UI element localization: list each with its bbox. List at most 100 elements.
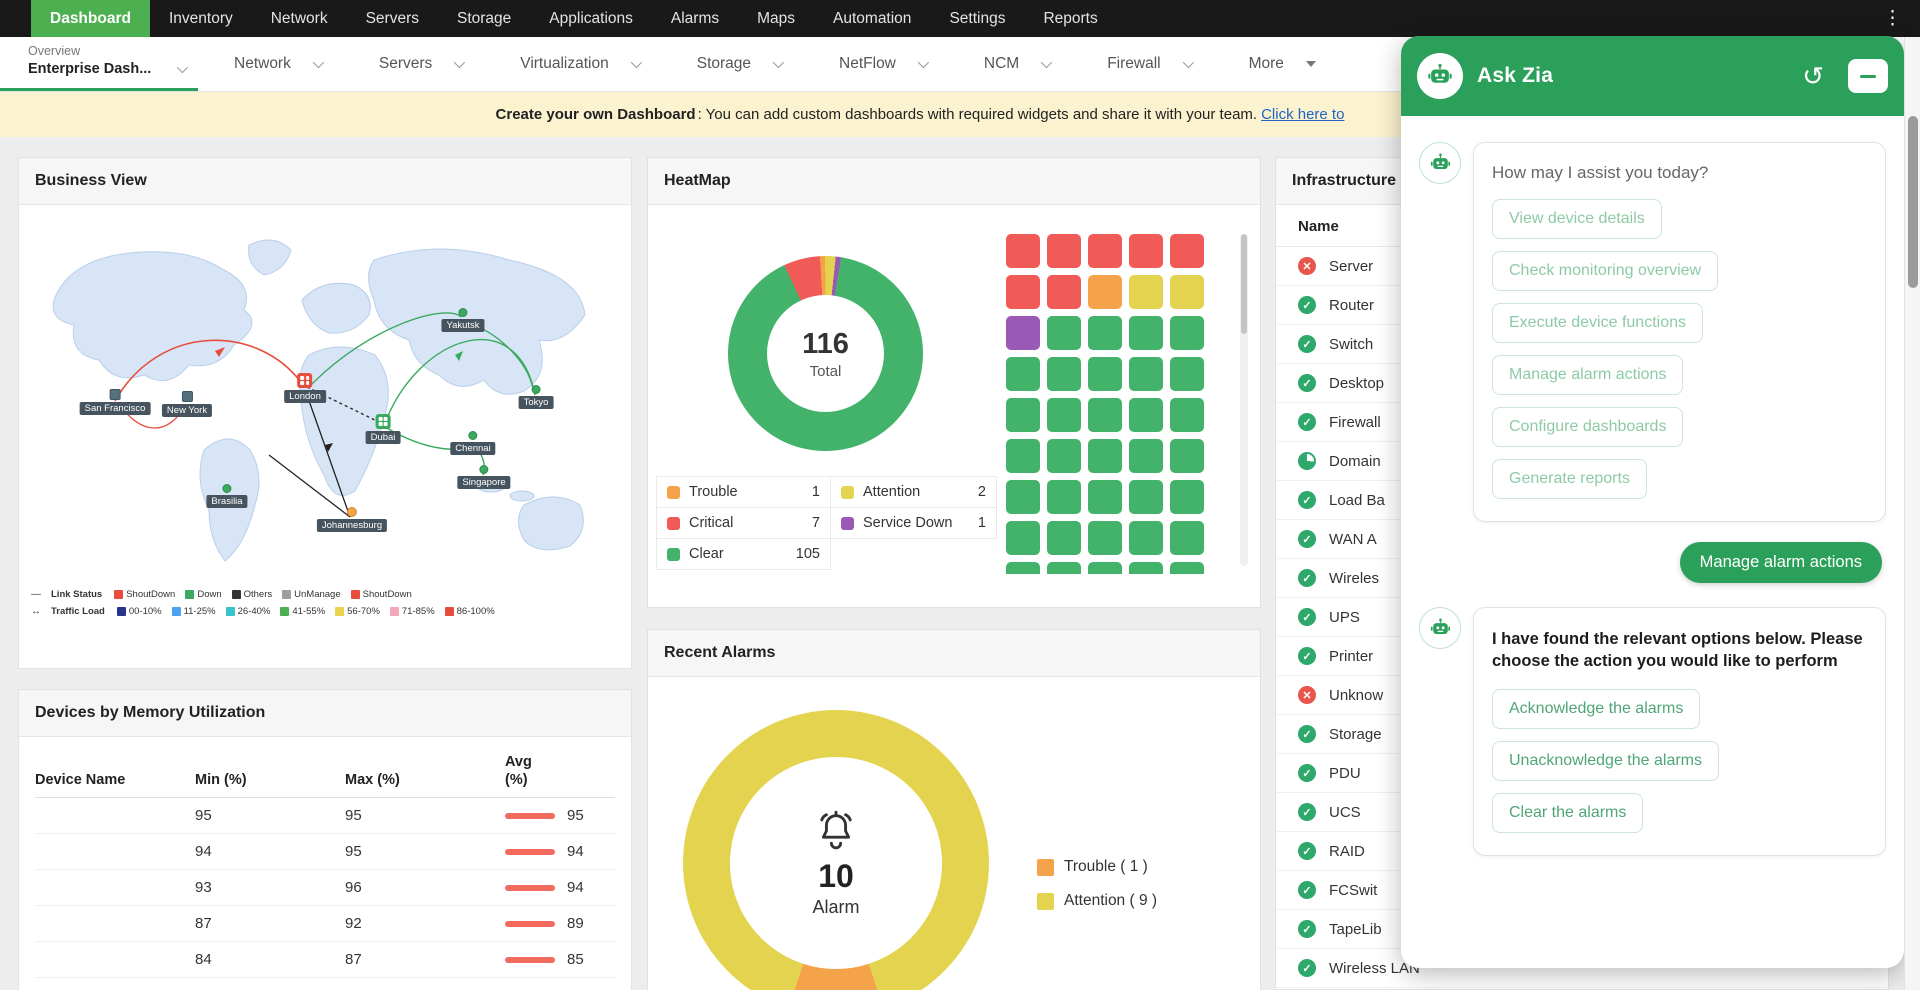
heat-cell[interactable] — [1170, 439, 1204, 473]
memory-table-row[interactable]: 959595 — [35, 798, 615, 834]
zia-suggestion-view-device-details[interactable]: View device details — [1492, 199, 1662, 239]
heat-cell[interactable] — [1047, 398, 1081, 432]
heat-cell[interactable] — [1088, 480, 1122, 514]
zia-action-clear-the-alarms[interactable]: Clear the alarms — [1492, 793, 1643, 833]
memory-table-row[interactable]: 949594 — [35, 834, 615, 870]
heat-cell[interactable] — [1006, 357, 1040, 391]
topnav-network[interactable]: Network — [252, 0, 347, 37]
subnav-network[interactable]: Network — [205, 37, 350, 91]
heat-cell[interactable] — [1006, 521, 1040, 555]
zia-action-acknowledge-the-alarms[interactable]: Acknowledge the alarms — [1492, 689, 1700, 729]
heat-cell[interactable] — [1129, 480, 1163, 514]
heat-cell[interactable] — [1006, 562, 1040, 574]
memory-table-row[interactable]: 939694 — [35, 870, 615, 906]
topnav-maps[interactable]: Maps — [738, 0, 814, 37]
subnav-storage[interactable]: Storage — [668, 37, 810, 91]
topnav-alarms[interactable]: Alarms — [652, 0, 738, 37]
page-scrollbar-thumb[interactable] — [1908, 116, 1918, 288]
heat-cell[interactable] — [1170, 316, 1204, 350]
topnav-servers[interactable]: Servers — [347, 0, 438, 37]
topnav-applications[interactable]: Applications — [530, 0, 652, 37]
heat-cell[interactable] — [1088, 275, 1122, 309]
zia-suggestion-generate-reports[interactable]: Generate reports — [1492, 459, 1647, 499]
map-node-new-york[interactable]: New York — [162, 391, 212, 417]
heat-cell[interactable] — [1047, 439, 1081, 473]
heat-cell[interactable] — [1129, 316, 1163, 350]
map-node-london[interactable]: London — [284, 373, 326, 403]
zia-suggestion-manage-alarm-actions[interactable]: Manage alarm actions — [1492, 355, 1683, 395]
kebab-menu-icon[interactable]: ⋮ — [1865, 0, 1920, 37]
legend-item: 71-85% — [390, 606, 435, 617]
zia-suggestion-check-monitoring-overview[interactable]: Check monitoring overview — [1492, 251, 1718, 291]
topnav-inventory[interactable]: Inventory — [150, 0, 252, 37]
heat-cell[interactable] — [1129, 275, 1163, 309]
heat-cell[interactable] — [1006, 316, 1040, 350]
heat-cell[interactable] — [1047, 234, 1081, 268]
zia-action-unacknowledge-the-alarms[interactable]: Unacknowledge the alarms — [1492, 741, 1719, 781]
tab-current-dashboard[interactable]: Overview Enterprise Dash... — [0, 37, 205, 91]
heat-cell[interactable] — [1088, 521, 1122, 555]
map-node-san-francisco[interactable]: San Francisco — [80, 389, 151, 415]
memory-table-row[interactable]: 848785 — [35, 942, 615, 978]
subnav-more[interactable]: More — [1220, 37, 1345, 91]
map-node-tokyo[interactable]: Tokyo — [519, 385, 554, 409]
heat-cell[interactable] — [1088, 439, 1122, 473]
heat-cell[interactable] — [1006, 275, 1040, 309]
heat-cell[interactable] — [1129, 521, 1163, 555]
heatmap-scrollbar-thumb[interactable] — [1241, 234, 1247, 334]
map-node-singapore[interactable]: Singapore — [457, 465, 510, 489]
heat-cell[interactable] — [1129, 439, 1163, 473]
map-node-johannesburg[interactable]: Johannesburg — [317, 507, 387, 532]
heat-cell[interactable] — [1170, 234, 1204, 268]
zia-suggestion-execute-device-functions[interactable]: Execute device functions — [1492, 303, 1703, 343]
banner-link[interactable]: Click here to — [1261, 106, 1344, 123]
heat-cell[interactable] — [1170, 398, 1204, 432]
subnav-virtualization[interactable]: Virtualization — [491, 37, 667, 91]
heat-cell[interactable] — [1088, 398, 1122, 432]
heat-cell[interactable] — [1170, 357, 1204, 391]
topnav-dashboard[interactable]: Dashboard — [31, 0, 150, 37]
minimize-button[interactable] — [1848, 59, 1888, 93]
heat-cell[interactable] — [1006, 480, 1040, 514]
heat-cell[interactable] — [1006, 234, 1040, 268]
heat-cell[interactable] — [1006, 398, 1040, 432]
map-node-dubai[interactable]: Dubai — [366, 414, 401, 444]
heat-cell[interactable] — [1129, 562, 1163, 574]
map-node-brasilia[interactable]: Brasilia — [206, 484, 247, 508]
reset-conversation-icon[interactable]: ↺ — [1792, 63, 1834, 89]
topnav-automation[interactable]: Automation — [814, 0, 930, 37]
user-message-pill[interactable]: Manage alarm actions — [1680, 542, 1882, 583]
zia-suggestion-configure-dashboards[interactable]: Configure dashboards — [1492, 407, 1683, 447]
heat-cell[interactable] — [1170, 562, 1204, 574]
memory-table-row[interactable]: 879289 — [35, 906, 615, 942]
heat-cell[interactable] — [1047, 521, 1081, 555]
heat-cell[interactable] — [1047, 316, 1081, 350]
heat-cell[interactable] — [1047, 357, 1081, 391]
heat-cell[interactable] — [1088, 357, 1122, 391]
heat-cell[interactable] — [1129, 234, 1163, 268]
sq-green-icon — [375, 414, 390, 429]
heat-cell[interactable] — [1047, 562, 1081, 574]
heat-cell[interactable] — [1047, 275, 1081, 309]
heat-cell[interactable] — [1170, 480, 1204, 514]
heat-cell[interactable] — [1047, 480, 1081, 514]
subnav-ncm[interactable]: NCM — [955, 37, 1078, 91]
zia-response: I have found the relevant options below.… — [1492, 628, 1867, 673]
map-node-chennai[interactable]: Chennai — [450, 431, 495, 455]
topnav-storage[interactable]: Storage — [438, 0, 530, 37]
subnav-servers[interactable]: Servers — [350, 37, 491, 91]
topnav-settings[interactable]: Settings — [930, 0, 1024, 37]
heat-cell[interactable] — [1170, 275, 1204, 309]
heat-cell[interactable] — [1088, 316, 1122, 350]
heat-cell[interactable] — [1088, 234, 1122, 268]
subnav-firewall[interactable]: Firewall — [1078, 37, 1219, 91]
heat-cell[interactable] — [1129, 357, 1163, 391]
heat-cell[interactable] — [1006, 439, 1040, 473]
heat-cell[interactable] — [1088, 562, 1122, 574]
heat-cell[interactable] — [1129, 398, 1163, 432]
map-node-yakutsk[interactable]: Yakutsk — [441, 308, 484, 332]
topnav-reports[interactable]: Reports — [1024, 0, 1116, 37]
infra-category-name: Firewall — [1329, 414, 1381, 431]
heat-cell[interactable] — [1170, 521, 1204, 555]
subnav-netflow[interactable]: NetFlow — [810, 37, 955, 91]
